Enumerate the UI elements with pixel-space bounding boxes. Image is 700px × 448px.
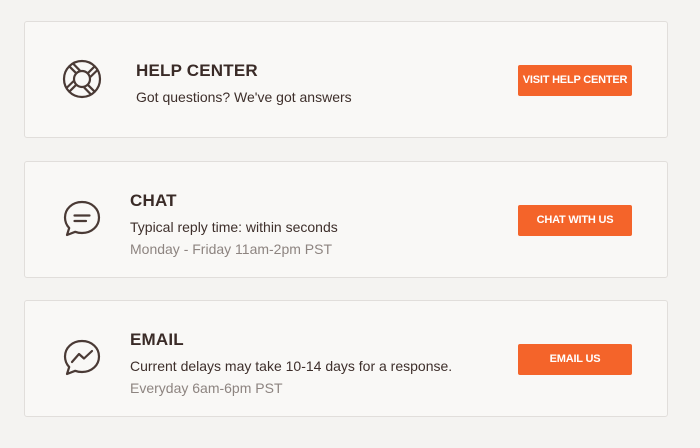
card-hours: Everyday 6am-6pm PST xyxy=(130,380,283,396)
help-center-card: HELP CENTER Got questions? We've got ans… xyxy=(24,21,668,138)
card-description: Current delays may take 10-14 days for a… xyxy=(130,358,453,374)
card-hours: Monday - Friday 11am-2pm PST xyxy=(130,241,333,257)
visit-help-center-button[interactable]: VISIT HELP CENTER xyxy=(518,65,632,96)
messenger-icon xyxy=(61,337,103,379)
chat-bubble-icon xyxy=(61,198,103,240)
card-description: Typical reply time: within seconds xyxy=(130,219,338,235)
chat-text: CHAT Typical reply time: within seconds … xyxy=(130,190,338,258)
email-us-button[interactable]: EMAIL US xyxy=(518,344,632,375)
help-center-text: HELP CENTER Got questions? We've got ans… xyxy=(136,60,352,106)
card-description: Got questions? We've got answers xyxy=(136,89,352,105)
lifebuoy-icon xyxy=(61,58,103,100)
email-text: EMAIL Current delays may take 10-14 days… xyxy=(130,329,452,397)
chat-with-us-button[interactable]: CHAT WITH US xyxy=(518,205,632,236)
chat-card: CHAT Typical reply time: within seconds … xyxy=(24,161,668,278)
card-title: CHAT xyxy=(130,191,177,210)
card-title: EMAIL xyxy=(130,330,184,349)
email-card: EMAIL Current delays may take 10-14 days… xyxy=(24,300,668,417)
card-title: HELP CENTER xyxy=(136,61,258,80)
